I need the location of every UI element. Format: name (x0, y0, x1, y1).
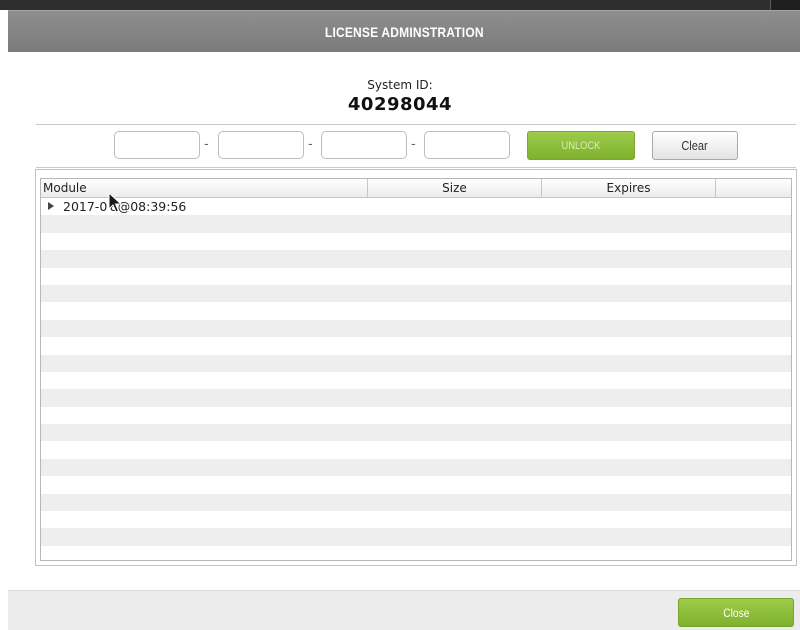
table-row-empty (41, 528, 791, 546)
close-button[interactable]: Close (678, 598, 794, 627)
table-row-empty (41, 424, 791, 442)
table-row-empty (41, 215, 791, 233)
unlock-button-label: UNLOCK (561, 139, 601, 152)
expand-arrow-icon[interactable] (48, 202, 54, 210)
unlock-button[interactable]: UNLOCK (527, 131, 635, 160)
table-row[interactable]: 2017-0 8@08:39:56 (41, 198, 791, 216)
divider-top (36, 124, 796, 125)
table-row-empty (41, 476, 791, 494)
column-header-size[interactable]: Size (368, 179, 542, 197)
table-row-empty (41, 354, 791, 372)
license-key-field-4[interactable] (424, 131, 510, 159)
column-header-module[interactable]: Module (41, 179, 368, 197)
column-header-extra[interactable] (716, 179, 791, 197)
dialog-titlebar: LICENSE ADMINSTRATION (8, 10, 800, 52)
table-row-empty (41, 441, 791, 459)
license-key-field-3[interactable] (321, 131, 407, 159)
table-row-empty (41, 371, 791, 390)
key-separator-3: - (411, 137, 416, 152)
table-row-empty (41, 406, 791, 425)
module-row-label: 2017-0 8@08:39:56 (63, 199, 187, 214)
table-row-empty (41, 232, 791, 251)
key-separator-1: - (204, 137, 209, 152)
table-row-empty (41, 302, 791, 320)
clear-button-label: Clear (681, 138, 709, 153)
license-key-field-2[interactable] (218, 131, 304, 159)
table-row-empty (41, 389, 791, 407)
table-row-empty (41, 284, 791, 303)
table-row-empty (41, 511, 791, 529)
table-row-empty (41, 458, 791, 477)
host-top-strip (0, 0, 800, 10)
table-header: Module Size Expires (41, 179, 791, 198)
license-key-field-1[interactable] (114, 131, 200, 159)
mouse-pointer-icon (108, 192, 122, 213)
key-separator-2: - (308, 137, 313, 152)
table-row-empty (41, 545, 791, 560)
clear-button[interactable]: Clear (652, 131, 738, 160)
module-table[interactable]: Module Size Expires 2017-0 8@08:39:56 (40, 178, 792, 561)
table-body: 2017-0 8@08:39:56 (41, 198, 791, 560)
system-id-value: 40298044 (347, 94, 453, 115)
system-id-label: System ID: (367, 78, 433, 92)
close-button-label: Close (722, 605, 750, 620)
table-row-empty (41, 319, 791, 338)
table-row-empty (41, 250, 791, 268)
dialog-title: LICENSE ADMINSTRATION (324, 23, 484, 40)
divider-bottom (36, 167, 796, 168)
table-row-empty (41, 337, 791, 355)
column-header-expires[interactable]: Expires (542, 179, 716, 197)
table-row-empty (41, 493, 791, 512)
table-row-empty (41, 267, 791, 285)
host-top-strip-edge (770, 0, 800, 10)
